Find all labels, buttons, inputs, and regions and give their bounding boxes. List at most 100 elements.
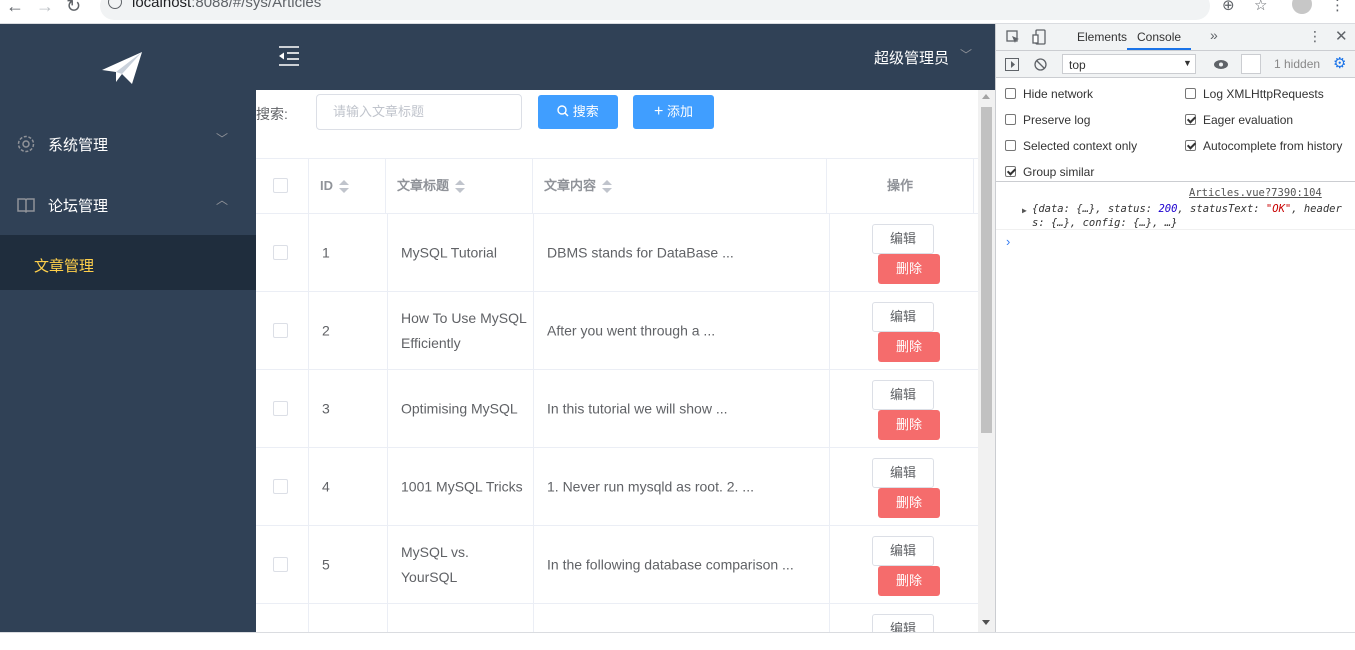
add-button-label: 添加 bbox=[666, 104, 693, 119]
tab-elements[interactable]: Elements bbox=[1077, 30, 1127, 44]
close-icon[interactable]: ✕ bbox=[1335, 27, 1348, 45]
inspect-element-icon[interactable] bbox=[1006, 30, 1020, 44]
console-text: , statusText: bbox=[1177, 203, 1266, 215]
article-id: 3 bbox=[322, 400, 330, 416]
top-header: 超级管理员 ﹀ bbox=[256, 24, 995, 90]
delete-button[interactable]: 删除 bbox=[878, 488, 940, 518]
sidebar-toggle-icon[interactable] bbox=[1005, 58, 1019, 71]
sort-icon[interactable] bbox=[602, 179, 613, 194]
console-object-preview[interactable]: {data: {…}, status: 200, statusText: "OK… bbox=[1032, 202, 1352, 230]
delete-button[interactable]: 删除 bbox=[878, 410, 940, 440]
chevron-down-icon[interactable]: ﹀ bbox=[960, 46, 972, 63]
column-header-label: ID bbox=[320, 178, 333, 193]
title-cell: 1001 MySQL Tricks bbox=[388, 448, 534, 525]
sidebar-item-system[interactable]: 系统管理 ﹀ bbox=[0, 116, 256, 172]
checkbox-checked[interactable] bbox=[1185, 140, 1196, 151]
article-title: How To Use MySQL Efficiently bbox=[401, 309, 527, 351]
article-id: 1 bbox=[322, 244, 330, 260]
filter-input[interactable] bbox=[1241, 54, 1261, 74]
devtools-menu-icon[interactable]: ⋮ bbox=[1308, 28, 1322, 45]
delete-button[interactable]: 删除 bbox=[878, 332, 940, 362]
console-message: Articles.vue?7390:104 ▶ {data: {…}, stat… bbox=[996, 182, 1355, 230]
console-settings-gear-icon[interactable]: ⚙ bbox=[1333, 54, 1346, 72]
select-cell bbox=[256, 526, 309, 603]
row-checkbox[interactable] bbox=[273, 323, 288, 338]
row-checkbox[interactable] bbox=[273, 557, 288, 572]
delete-button[interactable]: 删除 bbox=[878, 254, 940, 284]
user-menu[interactable]: 超级管理员 bbox=[874, 47, 949, 68]
id-cell bbox=[309, 604, 388, 632]
column-header-label: 文章标题 bbox=[397, 178, 450, 193]
table-row: 4 1001 MySQL Tricks 1. Never run mysqld as… bbox=[256, 448, 978, 526]
forward-icon[interactable]: → bbox=[36, 0, 54, 17]
console-source-link[interactable]: Articles.vue?7390:104 bbox=[1189, 187, 1322, 199]
row-checkbox[interactable] bbox=[273, 245, 288, 260]
edit-button[interactable]: 编辑 bbox=[872, 536, 934, 566]
tab-console[interactable]: Console bbox=[1127, 30, 1192, 50]
url-text[interactable]: localhost:8088/#/sys/Articles bbox=[132, 0, 321, 11]
table-row: 5 MySQL vs. YourSQL In the following datab… bbox=[256, 526, 978, 604]
column-header-title[interactable]: 文章标题 bbox=[386, 159, 533, 213]
option-label: Autocomplete from history bbox=[1203, 139, 1343, 153]
search-button[interactable]: 搜索 bbox=[538, 95, 618, 129]
title-cell: How To Use MySQL Efficiently bbox=[388, 292, 534, 369]
checkbox-checked[interactable] bbox=[1185, 114, 1196, 125]
sort-icon[interactable] bbox=[455, 179, 466, 194]
article-content: In this tutorial we will show ... bbox=[547, 400, 728, 416]
bookmark-star-icon[interactable]: ☆ bbox=[1254, 0, 1267, 14]
scrollbar-thumb[interactable] bbox=[981, 107, 992, 433]
expand-triangle-icon[interactable]: ▶ bbox=[1022, 206, 1027, 215]
more-tabs-icon[interactable]: » bbox=[1210, 27, 1218, 43]
checkbox[interactable] bbox=[1005, 140, 1016, 151]
search-input[interactable]: 请输入文章标题 bbox=[316, 94, 522, 130]
column-header-actions: 操作 bbox=[827, 159, 974, 213]
checkbox[interactable] bbox=[1185, 88, 1196, 99]
article-content: In the following database comparison ... bbox=[547, 556, 794, 572]
back-icon[interactable]: ← bbox=[6, 0, 24, 17]
context-selector-value: top bbox=[1069, 58, 1086, 72]
vertical-scrollbar[interactable] bbox=[978, 90, 995, 632]
chevron-up-icon: ︿ bbox=[216, 193, 229, 207]
chevron-down-icon: ﹀ bbox=[216, 132, 229, 146]
edit-button[interactable]: 编辑 bbox=[872, 614, 934, 632]
devtools-tab-bar: Elements Console » ⋮ ✕ bbox=[996, 24, 1355, 51]
scroll-down-arrow[interactable] bbox=[982, 620, 990, 625]
live-expression-eye-icon[interactable] bbox=[1213, 59, 1229, 70]
checkbox-checked[interactable] bbox=[1005, 166, 1016, 177]
edit-button[interactable]: 编辑 bbox=[872, 302, 934, 332]
column-header-id[interactable]: ID bbox=[309, 159, 386, 213]
title-cell: MySQL vs. YourSQL bbox=[388, 526, 534, 603]
clear-console-icon[interactable] bbox=[1034, 58, 1047, 71]
url-host: localhost bbox=[132, 0, 192, 11]
add-button[interactable]: + 添加 bbox=[633, 95, 714, 129]
checkbox[interactable] bbox=[1005, 114, 1016, 125]
delete-button[interactable]: 删除 bbox=[878, 566, 940, 596]
sort-icon[interactable] bbox=[339, 179, 349, 194]
column-header-label: 文章内容 bbox=[544, 178, 597, 193]
edit-button[interactable]: 编辑 bbox=[872, 224, 934, 254]
reload-icon[interactable]: ↻ bbox=[66, 0, 81, 17]
title-cell bbox=[388, 604, 534, 632]
scroll-up-arrow[interactable] bbox=[982, 94, 990, 99]
article-id: 5 bbox=[322, 556, 330, 572]
context-selector[interactable]: top ▼ bbox=[1062, 54, 1196, 74]
profile-avatar[interactable] bbox=[1292, 0, 1312, 14]
gear-icon bbox=[17, 135, 35, 153]
chrome-menu-icon[interactable]: ⋮ bbox=[1330, 0, 1345, 14]
select-all-checkbox[interactable] bbox=[273, 178, 288, 193]
column-header-content[interactable]: 文章内容 bbox=[533, 159, 827, 213]
edit-button[interactable]: 编辑 bbox=[872, 458, 934, 488]
row-checkbox[interactable] bbox=[273, 401, 288, 416]
sidebar-subitem-articles[interactable]: 文章管理 bbox=[0, 235, 256, 290]
sidebar-item-forum[interactable]: 论坛管理 ︿ bbox=[0, 177, 256, 233]
row-checkbox[interactable] bbox=[273, 479, 288, 494]
id-cell: 2 bbox=[309, 292, 388, 369]
device-toolbar-icon[interactable] bbox=[1032, 29, 1046, 45]
zoom-icon[interactable]: ⊕ bbox=[1222, 0, 1235, 14]
select-cell bbox=[256, 292, 309, 369]
console-prompt[interactable]: › bbox=[1006, 234, 1010, 249]
edit-button[interactable]: 编辑 bbox=[872, 380, 934, 410]
checkbox[interactable] bbox=[1005, 88, 1016, 99]
collapse-menu-icon[interactable] bbox=[278, 45, 300, 67]
article-content: After you went through a ... bbox=[547, 322, 716, 338]
